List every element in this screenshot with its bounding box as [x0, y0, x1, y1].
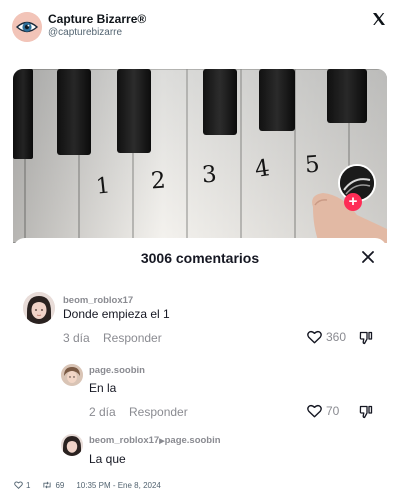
- retweet-count: 69: [55, 480, 65, 490]
- tweet-footer: 1 69 10:35 PM - Ene 8, 2024: [14, 478, 161, 492]
- key-number-2: 2: [150, 167, 167, 195]
- account-handle[interactable]: @capturebizarre: [48, 27, 122, 38]
- user-avatar-image: [23, 292, 55, 324]
- comments-panel: 3006 comentarios beom_roblox17 Donde emp…: [13, 238, 387, 474]
- avatar[interactable]: [23, 292, 55, 324]
- reply-button[interactable]: Responder: [129, 405, 188, 419]
- key-number-3: 3: [201, 161, 218, 189]
- comment-username-thread: beom_roblox17▶page.soobin: [89, 435, 221, 446]
- dislike-icon[interactable]: [359, 331, 373, 345]
- close-icon[interactable]: [361, 250, 375, 264]
- account-display-name[interactable]: Capture Bizarre®: [48, 12, 146, 26]
- reply-to-username[interactable]: page.soobin: [165, 435, 221, 446]
- piano-keys-image: [13, 69, 387, 243]
- comment-age: 2 día: [89, 405, 116, 419]
- like-button[interactable]: 70: [307, 404, 339, 418]
- avatar[interactable]: [61, 364, 83, 386]
- like-count: 360: [326, 330, 347, 344]
- like-count: 70: [326, 404, 340, 418]
- user-avatar-image: [61, 434, 83, 456]
- user-avatar-image: [61, 364, 83, 386]
- avatar[interactable]: [61, 434, 83, 456]
- key-number-1: 1: [94, 173, 112, 200]
- comment-text: La que: [89, 452, 126, 466]
- video-thumbnail[interactable]: 1 2 3 4 5: [13, 69, 387, 243]
- like-button[interactable]: 360: [307, 330, 346, 344]
- reply-button[interactable]: Responder: [103, 331, 162, 345]
- follow-plus-icon[interactable]: +: [344, 193, 362, 211]
- tweet-timestamp[interactable]: 10:35 PM - Ene 8, 2024: [76, 481, 161, 490]
- retweet-icon[interactable]: [42, 481, 52, 489]
- comment-username[interactable]: beom_roblox17: [63, 295, 133, 306]
- heart-icon: [307, 330, 322, 344]
- x-logo-icon[interactable]: [372, 12, 386, 26]
- eye-logo-icon: [12, 12, 42, 42]
- comment-username[interactable]: beom_roblox17: [89, 435, 159, 446]
- dislike-icon[interactable]: [359, 405, 373, 419]
- tweet-header: Capture Bizarre® @capturebizarre: [12, 10, 388, 46]
- comment-text: Donde empieza el 1: [63, 307, 170, 321]
- comment-age: 3 día: [63, 331, 90, 345]
- account-avatar[interactable]: [12, 12, 42, 42]
- like-heart-icon[interactable]: [14, 481, 23, 489]
- comment-text: En la: [89, 381, 117, 395]
- key-number-5: 5: [304, 151, 321, 179]
- comments-count-title: 3006 comentarios: [140, 250, 260, 266]
- heart-icon: [307, 404, 322, 418]
- like-count: 1: [26, 480, 31, 490]
- comment-username[interactable]: page.soobin: [89, 365, 145, 376]
